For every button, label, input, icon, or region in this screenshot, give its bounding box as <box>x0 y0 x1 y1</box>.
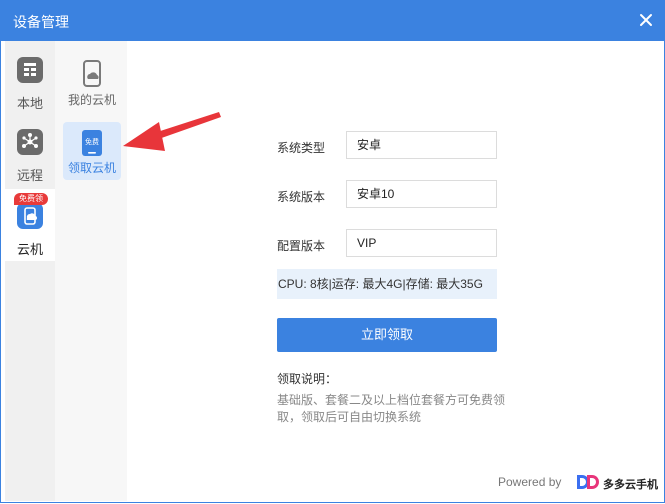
sidebar-item-label: 远程 <box>16 168 43 183</box>
sidebar-item-label: 云机 <box>16 242 43 257</box>
free-claim-badge: 免费领 <box>14 193 48 205</box>
cloud-device-icon <box>83 60 101 87</box>
tab-my-cloud[interactable]: 我的云机 <box>63 55 121 113</box>
claim-now-button[interactable]: 立即领取 <box>277 318 497 352</box>
brand-name: 多多云手机 <box>603 479 658 491</box>
system-version-label: 系统版本 <box>277 190 326 204</box>
sidebar-item-label: 本地 <box>16 96 43 111</box>
free-icon-text: 免费 <box>85 137 99 146</box>
system-type-label: 系统类型 <box>277 141 326 155</box>
system-type-field[interactable]: 安卓 <box>346 131 497 159</box>
sidebar-item-remote[interactable]: 远程 <box>5 117 55 189</box>
cloud-phone-icon <box>17 203 43 229</box>
sidebar-item-local[interactable]: 本地 <box>5 45 55 117</box>
system-version-field[interactable]: 安卓10 <box>346 180 497 208</box>
powered-by-text: Powered by <box>498 475 562 489</box>
config-version-label: 配置版本 <box>277 239 326 253</box>
close-icon <box>640 14 652 26</box>
note-text: 基础版、套餐二及以上档位套餐方可免费领取，领取后可自由切换系统 <box>277 393 506 424</box>
local-icon <box>17 57 43 83</box>
spec-info: CPU: 8核|运存: 最大4G|存储: 最大35G <box>277 269 497 299</box>
device-manager-window: 设备管理 本地 远程 云机 免费领 我的云机 免费 领取云机 系统类型 安卓 系… <box>0 0 665 503</box>
title-bar: 设备管理 <box>1 1 665 41</box>
tab-label: 领取云机 <box>67 161 116 175</box>
tab-label: 我的云机 <box>67 93 116 107</box>
primary-sidebar: 本地 远程 云机 免费领 <box>5 41 55 501</box>
brand-logo-icon <box>577 475 599 489</box>
note-title: 领取说明： <box>277 372 338 386</box>
tab-claim-cloud[interactable]: 免费 领取云机 <box>63 122 121 180</box>
window-title: 设备管理 <box>13 14 69 30</box>
free-claim-icon: 免费 <box>82 130 102 156</box>
config-version-field[interactable]: VIP <box>346 229 497 257</box>
remote-icon <box>17 129 43 155</box>
secondary-sidebar: 我的云机 免费 领取云机 <box>55 41 127 501</box>
close-button[interactable] <box>636 10 656 30</box>
